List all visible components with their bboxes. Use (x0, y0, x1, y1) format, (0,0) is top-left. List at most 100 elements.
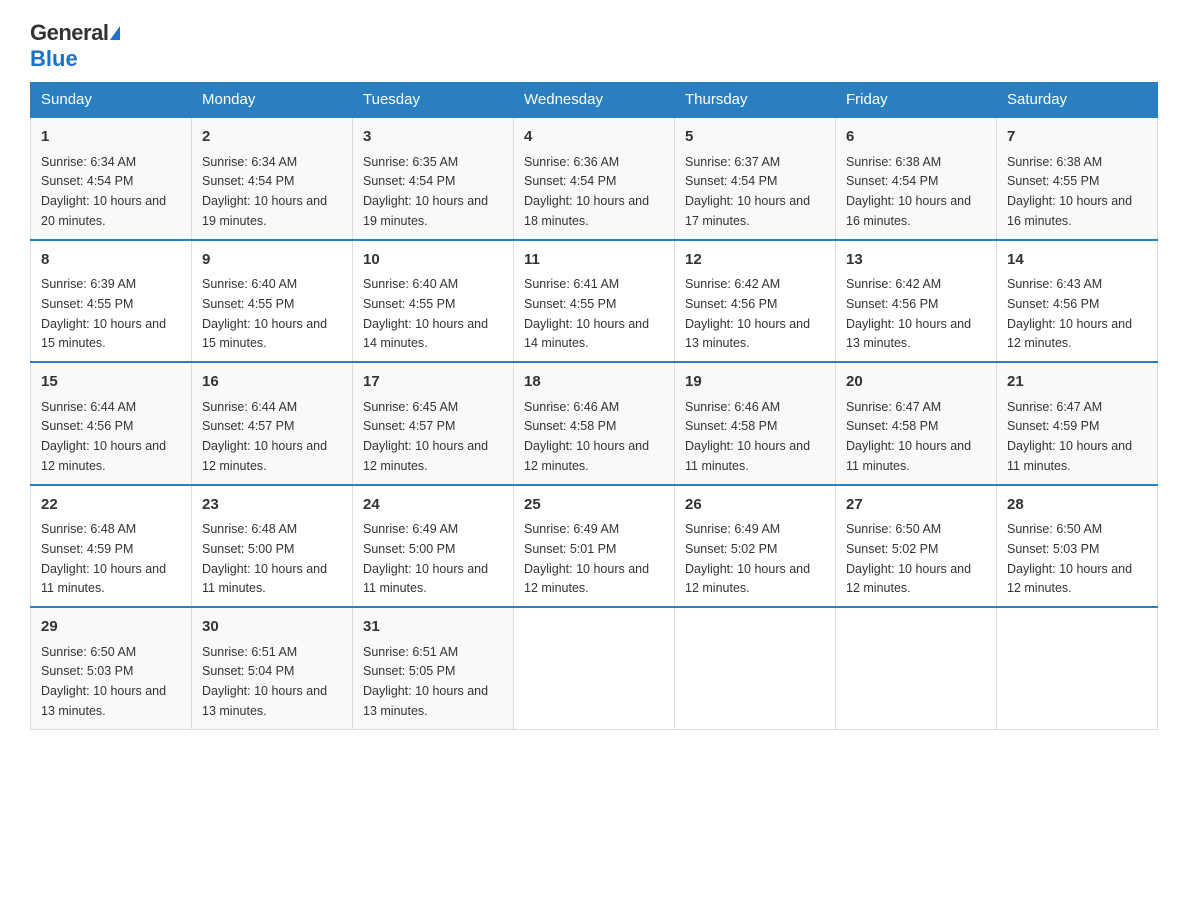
day-number: 6 (846, 126, 986, 149)
calendar-header-friday: Friday (836, 83, 997, 118)
day-info: Sunrise: 6:36 AMSunset: 4:54 PMDaylight:… (524, 155, 649, 228)
calendar-cell: 31 Sunrise: 6:51 AMSunset: 5:05 PMDaylig… (353, 607, 514, 729)
calendar-cell (997, 607, 1158, 729)
day-number: 10 (363, 249, 503, 272)
day-info: Sunrise: 6:37 AMSunset: 4:54 PMDaylight:… (685, 155, 810, 228)
calendar-week-1: 1 Sunrise: 6:34 AMSunset: 4:54 PMDayligh… (31, 117, 1158, 240)
day-info: Sunrise: 6:50 AMSunset: 5:03 PMDaylight:… (41, 645, 166, 718)
calendar-cell: 23 Sunrise: 6:48 AMSunset: 5:00 PMDaylig… (192, 485, 353, 608)
calendar-cell: 28 Sunrise: 6:50 AMSunset: 5:03 PMDaylig… (997, 485, 1158, 608)
day-info: Sunrise: 6:51 AMSunset: 5:05 PMDaylight:… (363, 645, 488, 718)
logo: General Blue (30, 20, 120, 72)
day-number: 25 (524, 494, 664, 517)
calendar-cell: 8 Sunrise: 6:39 AMSunset: 4:55 PMDayligh… (31, 240, 192, 363)
calendar-cell: 19 Sunrise: 6:46 AMSunset: 4:58 PMDaylig… (675, 362, 836, 485)
calendar-cell: 30 Sunrise: 6:51 AMSunset: 5:04 PMDaylig… (192, 607, 353, 729)
calendar-cell: 21 Sunrise: 6:47 AMSunset: 4:59 PMDaylig… (997, 362, 1158, 485)
day-number: 17 (363, 371, 503, 394)
calendar-cell: 22 Sunrise: 6:48 AMSunset: 4:59 PMDaylig… (31, 485, 192, 608)
calendar-cell: 6 Sunrise: 6:38 AMSunset: 4:54 PMDayligh… (836, 117, 997, 240)
calendar-header-monday: Monday (192, 83, 353, 118)
calendar-cell: 12 Sunrise: 6:42 AMSunset: 4:56 PMDaylig… (675, 240, 836, 363)
calendar-cell: 11 Sunrise: 6:41 AMSunset: 4:55 PMDaylig… (514, 240, 675, 363)
calendar-week-2: 8 Sunrise: 6:39 AMSunset: 4:55 PMDayligh… (31, 240, 1158, 363)
day-number: 2 (202, 126, 342, 149)
calendar-week-5: 29 Sunrise: 6:50 AMSunset: 5:03 PMDaylig… (31, 607, 1158, 729)
calendar-cell: 16 Sunrise: 6:44 AMSunset: 4:57 PMDaylig… (192, 362, 353, 485)
day-number: 27 (846, 494, 986, 517)
day-info: Sunrise: 6:40 AMSunset: 4:55 PMDaylight:… (363, 277, 488, 350)
calendar-header-thursday: Thursday (675, 83, 836, 118)
day-number: 4 (524, 126, 664, 149)
day-number: 20 (846, 371, 986, 394)
calendar-cell: 2 Sunrise: 6:34 AMSunset: 4:54 PMDayligh… (192, 117, 353, 240)
logo-general-text: General (30, 20, 108, 46)
calendar-week-4: 22 Sunrise: 6:48 AMSunset: 4:59 PMDaylig… (31, 485, 1158, 608)
day-info: Sunrise: 6:49 AMSunset: 5:01 PMDaylight:… (524, 522, 649, 595)
day-number: 26 (685, 494, 825, 517)
day-info: Sunrise: 6:34 AMSunset: 4:54 PMDaylight:… (41, 155, 166, 228)
calendar-header-saturday: Saturday (997, 83, 1158, 118)
day-info: Sunrise: 6:48 AMSunset: 5:00 PMDaylight:… (202, 522, 327, 595)
day-info: Sunrise: 6:43 AMSunset: 4:56 PMDaylight:… (1007, 277, 1132, 350)
day-number: 16 (202, 371, 342, 394)
day-info: Sunrise: 6:49 AMSunset: 5:02 PMDaylight:… (685, 522, 810, 595)
day-info: Sunrise: 6:49 AMSunset: 5:00 PMDaylight:… (363, 522, 488, 595)
calendar-cell: 15 Sunrise: 6:44 AMSunset: 4:56 PMDaylig… (31, 362, 192, 485)
day-info: Sunrise: 6:44 AMSunset: 4:57 PMDaylight:… (202, 400, 327, 473)
day-info: Sunrise: 6:50 AMSunset: 5:02 PMDaylight:… (846, 522, 971, 595)
day-number: 12 (685, 249, 825, 272)
day-info: Sunrise: 6:45 AMSunset: 4:57 PMDaylight:… (363, 400, 488, 473)
calendar-cell: 29 Sunrise: 6:50 AMSunset: 5:03 PMDaylig… (31, 607, 192, 729)
calendar-cell: 24 Sunrise: 6:49 AMSunset: 5:00 PMDaylig… (353, 485, 514, 608)
day-number: 9 (202, 249, 342, 272)
calendar-cell: 18 Sunrise: 6:46 AMSunset: 4:58 PMDaylig… (514, 362, 675, 485)
day-number: 29 (41, 616, 181, 639)
calendar-cell (514, 607, 675, 729)
calendar-header-row: SundayMondayTuesdayWednesdayThursdayFrid… (31, 83, 1158, 118)
calendar-cell: 9 Sunrise: 6:40 AMSunset: 4:55 PMDayligh… (192, 240, 353, 363)
day-info: Sunrise: 6:35 AMSunset: 4:54 PMDaylight:… (363, 155, 488, 228)
day-number: 28 (1007, 494, 1147, 517)
day-number: 8 (41, 249, 181, 272)
calendar-body: 1 Sunrise: 6:34 AMSunset: 4:54 PMDayligh… (31, 117, 1158, 729)
calendar-cell (675, 607, 836, 729)
day-info: Sunrise: 6:39 AMSunset: 4:55 PMDaylight:… (41, 277, 166, 350)
calendar-cell: 27 Sunrise: 6:50 AMSunset: 5:02 PMDaylig… (836, 485, 997, 608)
day-number: 24 (363, 494, 503, 517)
day-info: Sunrise: 6:38 AMSunset: 4:54 PMDaylight:… (846, 155, 971, 228)
day-info: Sunrise: 6:38 AMSunset: 4:55 PMDaylight:… (1007, 155, 1132, 228)
day-number: 23 (202, 494, 342, 517)
calendar-cell: 1 Sunrise: 6:34 AMSunset: 4:54 PMDayligh… (31, 117, 192, 240)
day-info: Sunrise: 6:46 AMSunset: 4:58 PMDaylight:… (524, 400, 649, 473)
calendar-header-wednesday: Wednesday (514, 83, 675, 118)
day-number: 30 (202, 616, 342, 639)
calendar-cell: 7 Sunrise: 6:38 AMSunset: 4:55 PMDayligh… (997, 117, 1158, 240)
calendar-cell: 5 Sunrise: 6:37 AMSunset: 4:54 PMDayligh… (675, 117, 836, 240)
day-info: Sunrise: 6:47 AMSunset: 4:58 PMDaylight:… (846, 400, 971, 473)
day-info: Sunrise: 6:44 AMSunset: 4:56 PMDaylight:… (41, 400, 166, 473)
day-number: 21 (1007, 371, 1147, 394)
calendar-cell: 14 Sunrise: 6:43 AMSunset: 4:56 PMDaylig… (997, 240, 1158, 363)
day-info: Sunrise: 6:51 AMSunset: 5:04 PMDaylight:… (202, 645, 327, 718)
day-info: Sunrise: 6:42 AMSunset: 4:56 PMDaylight:… (685, 277, 810, 350)
calendar-cell: 26 Sunrise: 6:49 AMSunset: 5:02 PMDaylig… (675, 485, 836, 608)
calendar-table: SundayMondayTuesdayWednesdayThursdayFrid… (30, 82, 1158, 730)
day-number: 18 (524, 371, 664, 394)
day-info: Sunrise: 6:34 AMSunset: 4:54 PMDaylight:… (202, 155, 327, 228)
calendar-cell: 10 Sunrise: 6:40 AMSunset: 4:55 PMDaylig… (353, 240, 514, 363)
day-number: 15 (41, 371, 181, 394)
calendar-cell: 13 Sunrise: 6:42 AMSunset: 4:56 PMDaylig… (836, 240, 997, 363)
calendar-week-3: 15 Sunrise: 6:44 AMSunset: 4:56 PMDaylig… (31, 362, 1158, 485)
calendar-cell (836, 607, 997, 729)
day-info: Sunrise: 6:47 AMSunset: 4:59 PMDaylight:… (1007, 400, 1132, 473)
page-header: General Blue (30, 20, 1158, 72)
day-info: Sunrise: 6:46 AMSunset: 4:58 PMDaylight:… (685, 400, 810, 473)
day-info: Sunrise: 6:40 AMSunset: 4:55 PMDaylight:… (202, 277, 327, 350)
day-number: 22 (41, 494, 181, 517)
day-number: 1 (41, 126, 181, 149)
logo-triangle-icon (110, 26, 120, 40)
calendar-cell: 20 Sunrise: 6:47 AMSunset: 4:58 PMDaylig… (836, 362, 997, 485)
day-number: 31 (363, 616, 503, 639)
day-number: 11 (524, 249, 664, 272)
